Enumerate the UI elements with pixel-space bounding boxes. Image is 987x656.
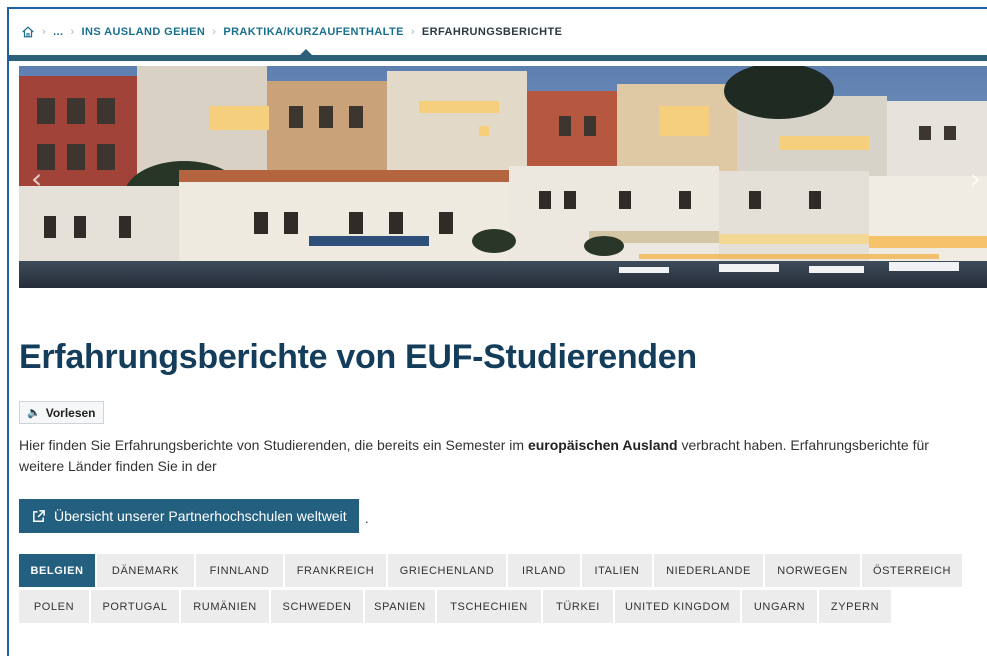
hero-next-button[interactable]: › xyxy=(970,162,981,195)
breadcrumb-pointer xyxy=(300,49,312,55)
intro-text-part1: Hier finden Sie Erfahrungsberichte von S… xyxy=(19,437,528,453)
tab-daenemark[interactable]: DÄNEMARK xyxy=(97,554,194,587)
breadcrumb-current: ERFAHRUNGSBERICHTE xyxy=(421,26,563,38)
tab-tuerkei[interactable]: TÜRKEI xyxy=(543,590,613,623)
tab-united-kingdom[interactable]: UNITED KINGDOM xyxy=(615,590,740,623)
hero-image xyxy=(19,66,987,288)
tab-tschechien[interactable]: TSCHECHIEN xyxy=(437,590,541,623)
tab-belgien[interactable]: BELGIEN xyxy=(19,554,95,587)
tab-portugal[interactable]: PORTUGAL xyxy=(91,590,179,623)
tab-frankreich[interactable]: FRANKREICH xyxy=(285,554,386,587)
tab-polen[interactable]: POLEN xyxy=(19,590,89,623)
breadcrumb-separator: › xyxy=(410,26,415,38)
breadcrumb-separator: › xyxy=(42,26,47,38)
breadcrumb-separator: › xyxy=(70,26,75,38)
tab-griechenland[interactable]: GRIECHENLAND xyxy=(388,554,506,587)
partner-universities-label: Übersicht unserer Partnerhochschulen wel… xyxy=(54,508,347,524)
tab-rumaenien[interactable]: RUMÄNIEN xyxy=(181,590,269,623)
tab-ungarn[interactable]: UNGARN xyxy=(742,590,817,623)
tab-spanien[interactable]: SPANIEN xyxy=(365,590,435,623)
page-frame: › ... › INS AUSLAND GEHEN › PRAKTIKA/KUR… xyxy=(7,7,987,656)
sentence-period: . xyxy=(365,511,369,526)
tab-niederlande[interactable]: NIEDERLANDE xyxy=(654,554,763,587)
hero-prev-button[interactable]: ‹ xyxy=(31,162,42,195)
tab-zypern[interactable]: ZYPERN xyxy=(819,590,891,623)
intro-text-bold: europäischen Ausland xyxy=(527,437,678,453)
partner-universities-button[interactable]: Übersicht unserer Partnerhochschulen wel… xyxy=(19,499,359,533)
breadcrumb-praktika[interactable]: PRAKTIKA/KURZAUFENTHALTE xyxy=(223,26,404,38)
hero-slider[interactable]: ‹ › xyxy=(19,66,987,288)
tab-finnland[interactable]: FINNLAND xyxy=(196,554,283,587)
tab-italien[interactable]: ITALIEN xyxy=(582,554,652,587)
tab-irland[interactable]: IRLAND xyxy=(508,554,580,587)
page-title: Erfahrungsberichte von EUF-Studierenden xyxy=(19,338,697,376)
header-divider xyxy=(9,49,987,61)
intro-text: Hier finden Sie Erfahrungsberichte von S… xyxy=(19,435,974,477)
tab-norwegen[interactable]: NORWEGEN xyxy=(765,554,860,587)
tab-oesterreich[interactable]: ÖSTERREICH xyxy=(862,554,962,587)
home-icon[interactable] xyxy=(21,25,35,39)
breadcrumb: › ... › INS AUSLAND GEHEN › PRAKTIKA/KUR… xyxy=(9,9,987,55)
breadcrumb-ellipsis[interactable]: ... xyxy=(53,26,63,38)
read-aloud-label: Vorlesen xyxy=(45,405,96,420)
speaker-icon: 🔈 xyxy=(27,406,41,419)
breadcrumb-ins-ausland-gehen[interactable]: INS AUSLAND GEHEN xyxy=(82,26,206,38)
tab-schweden[interactable]: SCHWEDEN xyxy=(271,590,363,623)
country-tabs-row-2: POLEN PORTUGAL RUMÄNIEN SCHWEDEN SPANIEN… xyxy=(19,590,974,623)
read-aloud-button[interactable]: 🔈 Vorlesen xyxy=(19,401,104,424)
country-tabs-row-1: BELGIEN DÄNEMARK FINNLAND FRANKREICH GRI… xyxy=(19,554,974,587)
country-tabs: BELGIEN DÄNEMARK FINNLAND FRANKREICH GRI… xyxy=(19,554,974,626)
external-link-icon xyxy=(33,509,45,522)
breadcrumb-separator: › xyxy=(212,26,217,38)
